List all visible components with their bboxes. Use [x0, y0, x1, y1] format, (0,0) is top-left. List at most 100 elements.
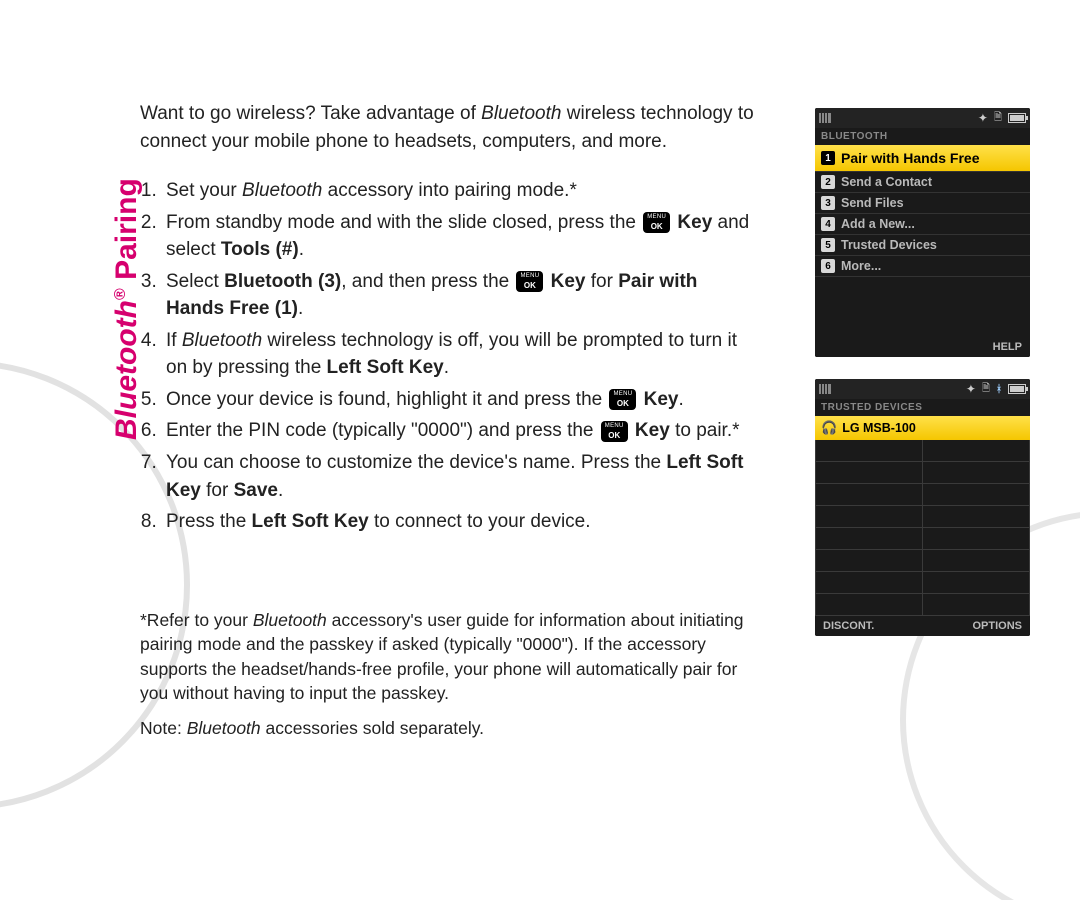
- text: OK: [520, 281, 539, 290]
- step-2: From standby mode and with the slide clo…: [162, 209, 760, 264]
- num-badge: 2: [821, 175, 835, 189]
- status-bar: ✦ 🗎 ᚼ: [815, 379, 1030, 399]
- step-8: Press the Left Soft Key to connect to yo…: [162, 508, 760, 536]
- text: .: [679, 389, 684, 410]
- status-left: [819, 384, 831, 394]
- battery-icon: [1008, 113, 1026, 123]
- text: .: [444, 357, 449, 378]
- text: Note:: [140, 718, 187, 738]
- phone-screen-trusted-devices: ✦ 🗎 ᚼ TRUSTED DEVICES 🎧 LG MSB-100: [815, 379, 1030, 636]
- menu-label: Send a Contact: [841, 175, 932, 189]
- steps-list: Set your Bluetooth accessory into pairin…: [162, 177, 760, 536]
- text-bold: Bluetooth (3): [224, 271, 341, 292]
- menu-ok-icon: MENUOK: [609, 389, 636, 410]
- menu-item-trusted-devices[interactable]: 5 Trusted Devices: [815, 235, 1030, 256]
- text-bold: Left Soft Key: [327, 357, 444, 378]
- menu-label: Send Files: [841, 196, 904, 210]
- text: OK: [605, 431, 624, 440]
- softkey-bar: HELP: [815, 337, 1030, 357]
- text: From standby mode and with the slide clo…: [166, 212, 641, 233]
- text: .: [299, 239, 304, 260]
- doc-icon: 🗎: [982, 381, 990, 398]
- text: Set your: [166, 180, 242, 201]
- text: MENU: [613, 390, 632, 399]
- empty-area: [815, 277, 1030, 337]
- text-italic: Bluetooth: [481, 103, 561, 124]
- softkey-right[interactable]: OPTIONS: [972, 620, 1022, 632]
- text: Want to go wireless? Take advantage of: [140, 103, 481, 124]
- device-name: LG MSB-100: [842, 421, 916, 435]
- text: for: [586, 271, 619, 292]
- menu-item-send-files[interactable]: 3 Send Files: [815, 193, 1030, 214]
- softkey-bar: DISCONT. OPTIONS: [815, 616, 1030, 636]
- content: Want to go wireless? Take advantage of B…: [140, 100, 760, 860]
- signal-icon: [819, 113, 831, 123]
- text: , and then press the: [341, 271, 514, 292]
- num-badge: 1: [821, 151, 835, 165]
- page: Bluetooth® Pairing Want to go wireless? …: [0, 0, 1080, 900]
- status-bar: ✦ 🗎: [815, 108, 1030, 128]
- step-6: Enter the PIN code (typically "0000") an…: [162, 417, 760, 445]
- step-7: You can choose to customize the device's…: [162, 449, 760, 504]
- menu-list: 1 Pair with Hands Free 2 Send a Contact 3S…: [815, 145, 1030, 277]
- nav-icon: ✦: [978, 111, 988, 125]
- text: MENU: [647, 213, 666, 222]
- text-italic: Bluetooth: [253, 610, 327, 630]
- text-italic: Bluetooth: [182, 330, 262, 351]
- text-bold: Save: [234, 480, 278, 501]
- menu-item-add-new[interactable]: 4Add a New...: [815, 214, 1030, 235]
- step-5: Once your device is found, highlight it …: [162, 386, 760, 414]
- menu-item-pair-hands-free[interactable]: 1 Pair with Hands Free: [815, 145, 1030, 172]
- num-badge: 3: [821, 196, 835, 210]
- empty-grid: [815, 440, 1030, 616]
- side-title-pair: Pairing: [110, 178, 143, 288]
- menu-ok-icon: MENUOK: [643, 212, 670, 233]
- text-bold: Key: [545, 271, 585, 292]
- text: .: [298, 298, 303, 319]
- text: OK: [647, 222, 666, 231]
- menu-item-send-contact[interactable]: 2 Send a Contact: [815, 172, 1030, 193]
- text: Once your device is found, highlight it …: [166, 389, 607, 410]
- num-badge: 6: [821, 259, 835, 273]
- step-3: Select Bluetooth (3), and then press the…: [162, 268, 760, 323]
- signal-icon: [819, 384, 831, 394]
- nav-icon: ✦: [966, 382, 976, 396]
- step-4: If Bluetooth wireless technology is off,…: [162, 327, 760, 382]
- battery-icon: [1008, 384, 1026, 394]
- text: MENU: [520, 272, 539, 281]
- text-bold: Left Soft Key: [252, 511, 369, 532]
- status-right: ✦ 🗎: [978, 110, 1026, 127]
- text: Select: [166, 271, 224, 292]
- step-1: Set your Bluetooth accessory into pairin…: [162, 177, 760, 205]
- text-italic: Bluetooth: [242, 180, 322, 201]
- softkey-right[interactable]: HELP: [993, 341, 1022, 353]
- trusted-device-row[interactable]: 🎧 LG MSB-100: [815, 416, 1030, 440]
- num-badge: 5: [821, 238, 835, 252]
- text: MENU: [605, 422, 624, 431]
- status-right: ✦ 🗎 ᚼ: [966, 381, 1026, 398]
- headset-icon: 🎧: [821, 420, 837, 436]
- text: accessories sold separately.: [261, 718, 484, 738]
- text-bold: Tools (#): [221, 239, 299, 260]
- bt-status-icon: ᚼ: [996, 384, 1002, 395]
- phone-screen-bluetooth-menu: ✦ 🗎 BLUETOOTH 1 Pair with Hands Free 2 Sen…: [815, 108, 1030, 357]
- side-title-bt: Bluetooth: [110, 300, 143, 440]
- menu-label: Trusted Devices: [841, 238, 937, 252]
- text-bold: Key: [638, 389, 678, 410]
- softkey-left[interactable]: DISCONT.: [823, 620, 874, 632]
- menu-ok-icon: MENUOK: [601, 421, 628, 442]
- text: .: [278, 480, 283, 501]
- text: to connect to your device.: [369, 511, 591, 532]
- text-bold: Key: [672, 212, 712, 233]
- section-label: BLUETOOTH: [815, 128, 1030, 145]
- text-bold: Key: [630, 420, 670, 441]
- menu-label: Pair with Hands Free: [841, 150, 979, 166]
- note: Note: Bluetooth accessories sold separat…: [140, 716, 760, 741]
- text: for: [201, 480, 234, 501]
- side-title-sup: ®: [112, 288, 129, 300]
- doc-icon: 🗎: [994, 110, 1002, 127]
- menu-label: More...: [841, 259, 881, 273]
- menu-item-more[interactable]: 6 More...: [815, 256, 1030, 277]
- text: Enter the PIN code (typically "0000") an…: [166, 420, 599, 441]
- text: You can choose to customize the device's…: [166, 452, 666, 473]
